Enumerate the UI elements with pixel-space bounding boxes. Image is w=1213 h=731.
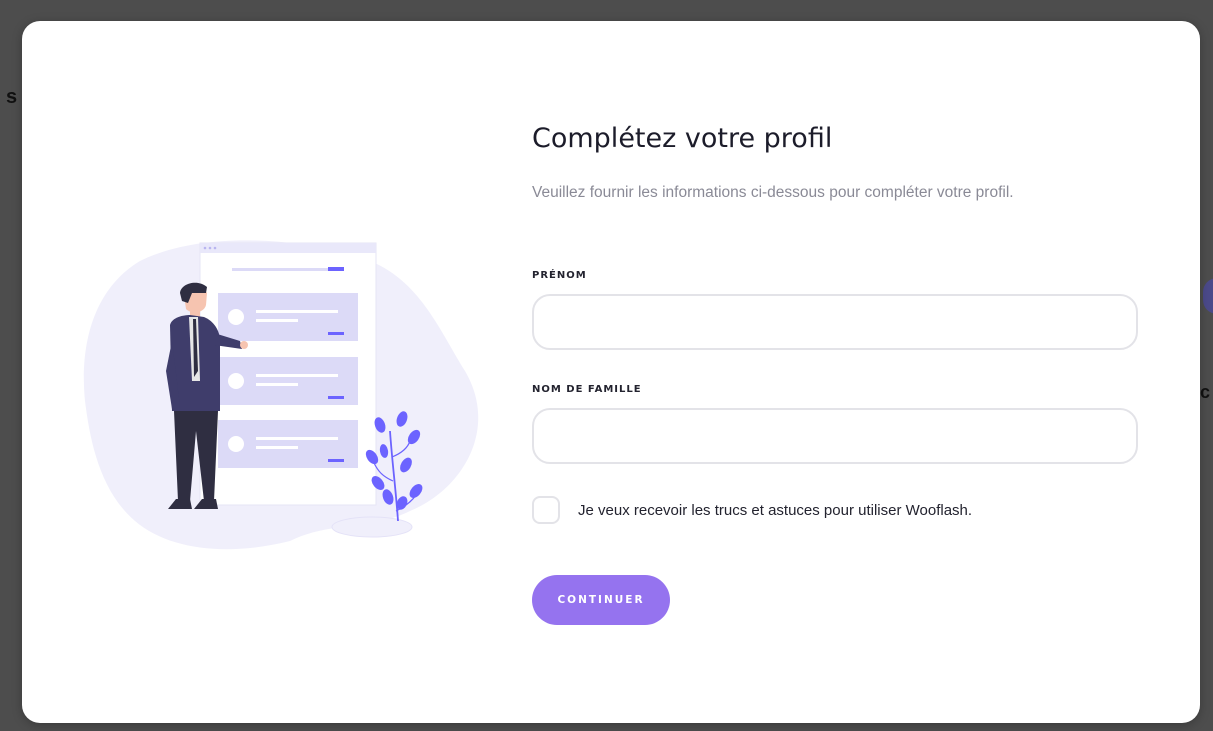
- complete-profile-modal: Complétez votre profil Veuillez fournir …: [22, 21, 1200, 723]
- modal-subtitle: Veuillez fournir les informations ci-des…: [532, 184, 1014, 201]
- newsletter-option: Je veux recevoir les trucs et astuces po…: [532, 496, 972, 524]
- illustration-svg: [83, 240, 479, 550]
- background-text-fragment-right: c: [1200, 382, 1211, 402]
- first-name-label: PRÉNOM: [532, 270, 587, 281]
- last-name-label: NOM DE FAMILLE: [532, 384, 642, 395]
- background-text-fragment-left: s: [6, 86, 18, 108]
- newsletter-label[interactable]: Je veux recevoir les trucs et astuces po…: [578, 502, 972, 519]
- modal-title: Complétez votre profil: [532, 123, 833, 154]
- first-name-input[interactable]: [532, 294, 1138, 350]
- person-presenting-list-illustration: [80, 221, 500, 551]
- last-name-input[interactable]: [532, 408, 1138, 464]
- continue-button[interactable]: CONTINUER: [532, 575, 670, 625]
- newsletter-checkbox[interactable]: [532, 496, 560, 524]
